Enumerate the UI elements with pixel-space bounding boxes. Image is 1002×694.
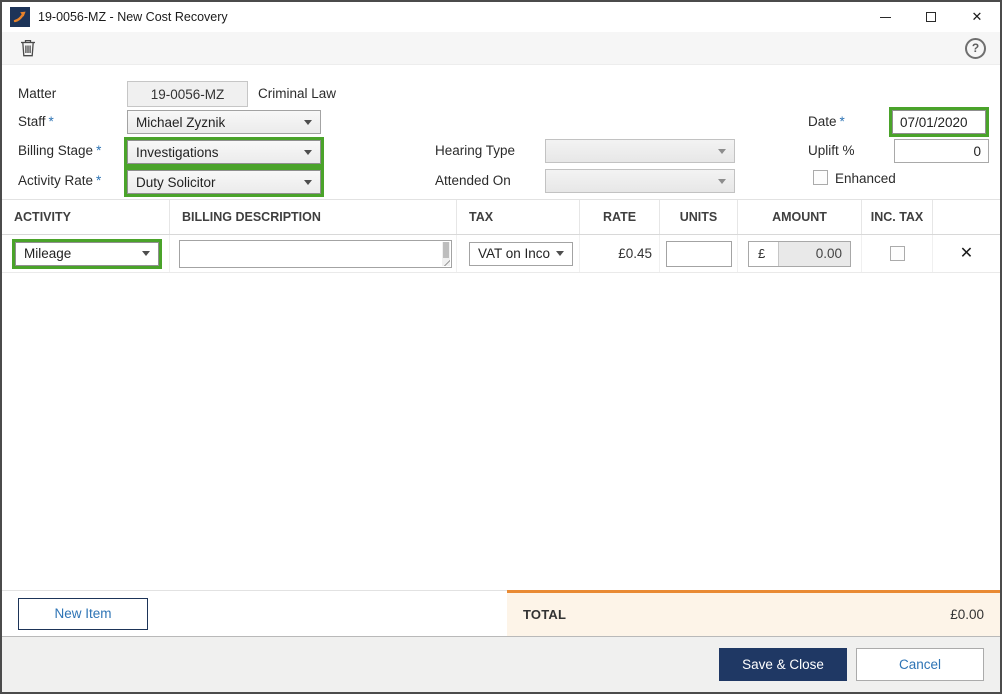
activity-rate-highlight: Duty Solicitor xyxy=(124,167,324,197)
attended-on-label: Attended On xyxy=(435,173,511,188)
table-row: Mileage VAT on Income £0.45 £ xyxy=(2,235,1000,273)
cancel-button[interactable]: Cancel xyxy=(856,648,984,681)
maximize-button[interactable] xyxy=(908,2,954,32)
tax-dropdown[interactable]: VAT on Income xyxy=(469,242,573,266)
attended-on-dropdown[interactable] xyxy=(545,169,735,193)
dropdown-arrow-icon xyxy=(304,150,312,155)
minimize-button[interactable] xyxy=(862,2,908,32)
cell-delete: ✕ xyxy=(933,235,1000,272)
scrollbar-thumb[interactable] xyxy=(443,242,449,258)
table-header: ACTIVITY BILLING DESCRIPTION TAX RATE UN… xyxy=(2,199,1000,235)
date-input[interactable]: 07/01/2020 xyxy=(892,110,986,134)
column-header-units: UNITS xyxy=(660,200,738,234)
cell-inc-tax xyxy=(862,235,933,272)
hearing-type-dropdown[interactable] xyxy=(545,139,735,163)
billing-stage-highlight: Investigations xyxy=(124,137,324,167)
required-asterisk: * xyxy=(96,173,101,188)
required-asterisk: * xyxy=(49,114,54,129)
toolbar: ? xyxy=(2,32,1000,65)
column-header-activity: ACTIVITY xyxy=(2,200,170,234)
window-controls: ✕ xyxy=(862,2,1000,32)
hearing-type-label: Hearing Type xyxy=(435,143,515,158)
cell-billing-description xyxy=(170,235,457,272)
staff-label: Staff* xyxy=(18,114,54,129)
dropdown-arrow-icon xyxy=(142,251,150,256)
cell-units xyxy=(660,235,738,272)
form-area: Matter 19-0056-MZ Criminal Law Staff* Mi… xyxy=(2,65,1000,199)
bottom-strip-left: New Item xyxy=(2,590,507,636)
amount-field: £ 0.00 xyxy=(748,241,851,267)
help-icon: ? xyxy=(972,41,979,55)
table-body-empty xyxy=(2,273,1000,590)
uplift-label: Uplift % xyxy=(808,143,855,158)
enhanced-label: Enhanced xyxy=(835,171,896,186)
column-header-amount: AMOUNT xyxy=(738,200,862,234)
date-highlight: 07/01/2020 xyxy=(889,107,989,137)
dropdown-arrow-icon xyxy=(304,120,312,125)
column-header-rate: RATE xyxy=(580,200,660,234)
required-asterisk: * xyxy=(840,114,845,129)
enhanced-checkbox[interactable] xyxy=(813,170,828,185)
delete-button[interactable] xyxy=(16,36,40,60)
matter-label: Matter xyxy=(18,86,56,101)
help-button[interactable]: ? xyxy=(965,38,986,59)
date-label: Date* xyxy=(808,114,845,129)
dropdown-arrow-icon xyxy=(718,179,726,184)
save-and-close-button[interactable]: Save & Close xyxy=(719,648,847,681)
cell-amount: £ 0.00 xyxy=(738,235,862,272)
close-icon: ✕ xyxy=(972,9,983,25)
app-logo-icon xyxy=(10,7,30,27)
dropdown-arrow-icon xyxy=(304,180,312,185)
minimize-icon xyxy=(880,17,891,18)
window-title: 19-0056-MZ - New Cost Recovery xyxy=(38,10,228,24)
column-header-billing-description: BILLING DESCRIPTION xyxy=(170,200,457,234)
amount-value: 0.00 xyxy=(778,242,850,266)
column-header-inc-tax: INC. TAX xyxy=(862,200,933,234)
units-input[interactable] xyxy=(666,241,732,267)
activity-dropdown[interactable]: Mileage xyxy=(15,242,159,266)
new-item-button[interactable]: New Item xyxy=(18,598,148,630)
footer: Save & Close Cancel xyxy=(2,636,1000,692)
total-label: TOTAL xyxy=(523,607,566,622)
staff-dropdown[interactable]: Michael Zyznik xyxy=(127,110,321,134)
billing-stage-label: Billing Stage* xyxy=(18,143,101,158)
trash-icon xyxy=(20,39,36,57)
column-header-tax: TAX xyxy=(457,200,580,234)
matter-field: 19-0056-MZ xyxy=(127,81,248,107)
dropdown-arrow-icon xyxy=(718,149,726,154)
inc-tax-checkbox[interactable] xyxy=(890,246,905,261)
billing-description-input[interactable] xyxy=(179,240,452,268)
maximize-icon xyxy=(926,12,936,22)
title-bar: 19-0056-MZ - New Cost Recovery ✕ xyxy=(2,2,1000,32)
activity-highlight: Mileage xyxy=(12,239,162,269)
uplift-input[interactable]: 0 xyxy=(894,139,989,163)
matter-type-text: Criminal Law xyxy=(258,86,336,101)
resize-grip-icon[interactable] xyxy=(443,259,450,266)
activity-rate-dropdown[interactable]: Duty Solicitor xyxy=(127,170,321,194)
billing-stage-dropdown[interactable]: Investigations xyxy=(127,140,321,164)
currency-symbol: £ xyxy=(749,242,778,266)
total-bar: TOTAL £0.00 xyxy=(507,590,1000,636)
column-header-actions xyxy=(933,200,1000,234)
new-cost-recovery-window: 19-0056-MZ - New Cost Recovery ✕ ? Matte… xyxy=(0,0,1002,694)
cell-rate: £0.45 xyxy=(580,235,660,272)
cell-tax: VAT on Income xyxy=(457,235,580,272)
total-value: £0.00 xyxy=(950,607,984,622)
dropdown-arrow-icon xyxy=(556,251,564,256)
cell-activity: Mileage xyxy=(2,235,170,272)
close-button[interactable]: ✕ xyxy=(954,2,1000,32)
delete-row-icon[interactable]: ✕ xyxy=(960,246,973,262)
bottom-strip: New Item TOTAL £0.00 xyxy=(2,590,1000,636)
required-asterisk: * xyxy=(96,143,101,158)
activity-rate-label: Activity Rate* xyxy=(18,173,101,188)
